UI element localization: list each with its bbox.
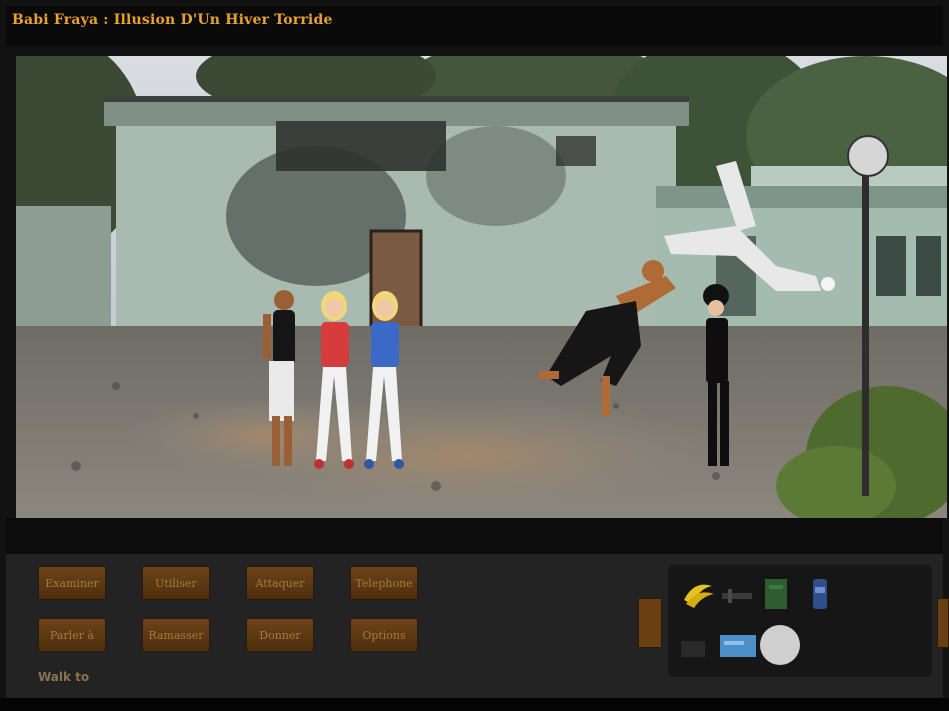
- game-window: Babi Fraya : Illusion D'Un Hiver Torride: [0, 0, 949, 711]
- verb-button-utiliser[interactable]: Utiliser: [142, 566, 210, 600]
- verb-button-examiner[interactable]: Examiner: [38, 566, 106, 600]
- bottom-strip: [0, 698, 949, 711]
- verb-button-telephone[interactable]: Telephone: [350, 566, 418, 600]
- game-scene[interactable]: [16, 56, 947, 518]
- bananas-icon[interactable]: [680, 580, 716, 610]
- left-building: [16, 206, 111, 326]
- action-line: Walk to: [38, 670, 90, 684]
- right-building: [656, 166, 947, 346]
- verb-button-options[interactable]: Options: [350, 618, 418, 652]
- verb-button-parler[interactable]: Parler à: [38, 618, 106, 652]
- game-title: Babi Fraya : Illusion D'Un Hiver Torride: [12, 12, 333, 28]
- lockpick-icon[interactable]: [720, 587, 754, 605]
- verb-button-attaquer[interactable]: Attaquer: [246, 566, 314, 600]
- verb-button-ramasser[interactable]: Ramasser: [142, 618, 210, 652]
- dark-item-icon[interactable]: [678, 633, 708, 663]
- green-package-icon[interactable]: [763, 577, 789, 611]
- verb-button-donner[interactable]: Donner: [246, 618, 314, 652]
- inventory-scroll-left-button[interactable]: [638, 598, 662, 648]
- scene-bottom-bar: [6, 518, 943, 554]
- inventory-panel: [668, 565, 932, 677]
- inventory-scroll-right-button[interactable]: [937, 598, 949, 648]
- blue-card-icon[interactable]: [718, 631, 758, 661]
- can-icon[interactable]: [810, 577, 830, 611]
- round-stone-icon[interactable]: [758, 623, 802, 667]
